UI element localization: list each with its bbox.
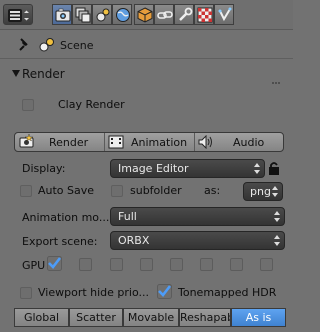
display-value: Image Editor [118,162,189,175]
viewport-hide-checkbox[interactable] [20,287,32,299]
audio-button[interactable]: Audio [195,133,283,151]
checker-icon [197,7,213,23]
gpu-5-checkbox[interactable] [200,258,213,271]
divider [0,58,293,59]
audio-button-label: Audio [233,136,265,149]
tonemapped-hdr-label: Tonemapped HDR [178,286,277,299]
export-scene-dropdown[interactable]: ORBX [110,231,285,250]
gpu-0-checkbox[interactable] [47,256,62,271]
updown-arrow-icon [274,235,280,246]
collapse-arrow-icon[interactable] [12,70,20,77]
gpu-7-checkbox[interactable] [260,258,273,271]
display-dropdown[interactable]: Image Editor [110,159,265,178]
tab-object[interactable] [134,4,154,25]
particles-icon [218,7,232,22]
cube-icon [137,7,153,23]
render-button[interactable]: Render [15,133,105,151]
render-camera-icon [19,134,34,148]
lock-icon[interactable] [267,161,281,176]
clay-render-label: Clay Render [58,98,125,111]
auto-save-label: Auto Save [38,184,95,197]
as-label: as: [204,184,221,197]
properties-editor-icon [8,9,29,22]
tab-texture[interactable] [194,4,214,25]
gpu-3-checkbox[interactable] [140,258,153,271]
tab-modifiers[interactable] [174,4,194,25]
object-type-tabs: Global Scatter Movable Reshapabl As is [14,308,286,328]
render-button-label: Render [49,136,89,149]
drag-grip-icon[interactable] [272,74,282,84]
film-icon [108,135,124,149]
viewport-hide-label: Viewport hide prio... [38,286,150,299]
subfolder-label: subfolder [130,184,182,197]
gpu-1-checkbox[interactable] [79,258,92,271]
gpu-label: GPU [22,259,46,272]
tab-particles[interactable] [214,4,234,25]
tab-render[interactable] [52,4,72,25]
camera-icon [55,8,71,22]
tab-movable[interactable]: Movable [123,308,179,327]
tab-as-is[interactable]: As is [231,308,286,327]
subfolder-checkbox[interactable] [111,185,123,197]
panel-title: Render [22,67,65,81]
world-icon [116,8,130,22]
render-button-row: Render Animation Audio [14,132,284,152]
gpu-2-checkbox[interactable] [110,258,123,271]
gpu-4-checkbox[interactable] [170,258,183,271]
animation-button[interactable]: Animation [105,133,195,151]
export-scene-value: ORBX [118,234,150,247]
animation-button-label: Animation [131,136,188,149]
tab-scatter[interactable]: Scatter [69,308,123,327]
updown-arrow-icon [272,186,278,197]
format-value: png [250,185,271,198]
export-scene-label: Export scene: [22,235,98,248]
animation-mode-value: Full [118,210,137,223]
wrench-icon [179,7,193,21]
updown-arrow-icon [274,211,280,222]
tab-scene[interactable] [92,4,112,25]
pin-icon[interactable] [18,38,30,52]
tonemapped-hdr-checkbox[interactable] [157,284,172,299]
chain-icon [157,11,173,19]
clay-render-checkbox[interactable] [22,99,34,111]
speaker-icon [198,135,212,149]
scene-context-label: Scene [60,39,94,52]
animation-mode-label: Animation mo... [22,211,110,224]
updown-arrow-icon [254,163,260,174]
scene-context-icon [39,38,54,52]
tab-render-layers[interactable] [72,4,92,25]
tab-world[interactable] [112,4,132,25]
display-label: Display: [22,162,66,175]
animation-mode-dropdown[interactable]: Full [110,207,285,226]
layers-icon [75,7,91,23]
tab-constraints[interactable] [154,4,174,25]
gpu-6-checkbox[interactable] [230,258,243,271]
scene-icon [96,8,110,22]
properties-header [0,0,293,30]
format-dropdown[interactable]: png [243,182,283,201]
tab-global[interactable]: Global [14,308,69,327]
tab-reshapable[interactable]: Reshapabl [179,308,231,327]
editor-type-menu-button[interactable] [3,4,33,25]
auto-save-checkbox[interactable] [20,185,32,197]
